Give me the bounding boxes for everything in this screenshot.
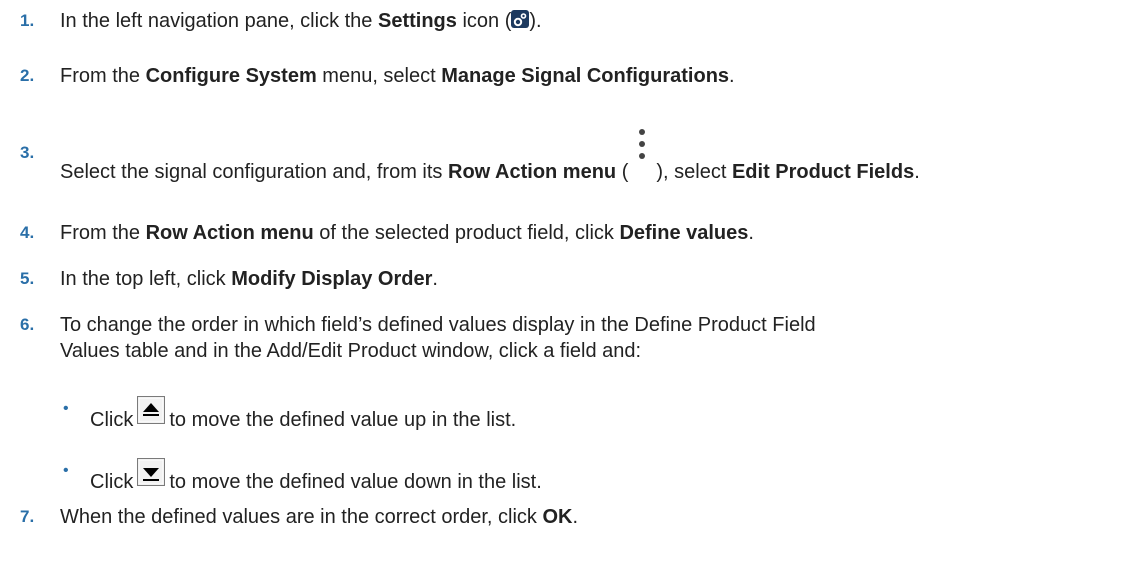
step-number: 5. bbox=[20, 269, 35, 288]
move-down-arrow-icon bbox=[137, 458, 166, 486]
step-text: From the Configure System menu, select M… bbox=[60, 65, 735, 87]
step-text: When the defined values are in the corre… bbox=[60, 506, 579, 528]
step-number: 3. bbox=[20, 143, 35, 162]
step-text: From the Row Action menu of the selected… bbox=[60, 222, 754, 244]
step-number: 4. bbox=[20, 223, 35, 242]
step-number: 2. bbox=[20, 66, 35, 85]
step-text: To change the order in which field’s def… bbox=[60, 312, 1118, 364]
settings-gear-icon bbox=[511, 10, 530, 28]
step-text-line-2: Values table and in the Add/Edit Product… bbox=[60, 340, 642, 362]
step-number: 1. bbox=[20, 11, 35, 30]
kebab-menu-icon bbox=[628, 129, 656, 184]
step-text: Select the signal configuration and, fro… bbox=[60, 129, 1118, 185]
step-text: In the top left, click Modify Display Or… bbox=[60, 268, 438, 290]
step-text: In the left navigation pane, click the S… bbox=[60, 10, 542, 32]
bullet-marker: • bbox=[63, 400, 69, 417]
bullet-marker: • bbox=[63, 462, 69, 479]
step-number: 6. bbox=[20, 315, 35, 334]
step-number: 7. bbox=[20, 507, 35, 526]
instruction-document: 1. In the left navigation pane, click th… bbox=[0, 0, 1126, 578]
bullet-text: Click to move the defined value down in t… bbox=[90, 458, 1118, 495]
bullet-text: Click to move the defined value up in the… bbox=[90, 396, 1118, 433]
move-up-arrow-icon bbox=[137, 396, 166, 424]
step-text-line-1: To change the order in which field’s def… bbox=[60, 314, 816, 336]
